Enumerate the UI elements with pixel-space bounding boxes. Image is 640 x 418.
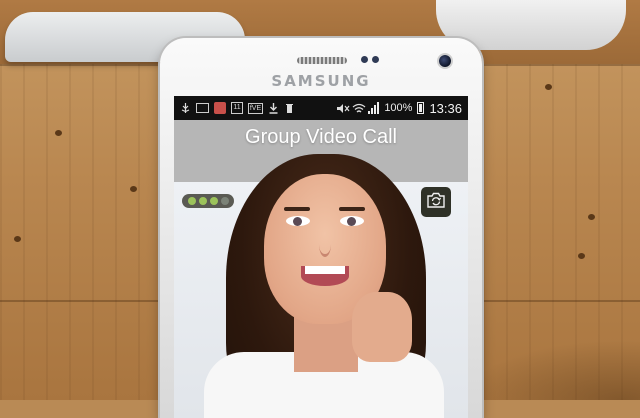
eyebrow [339,207,365,211]
wood-knot [14,236,21,242]
wifi-icon [352,103,366,114]
clock: 13:36 [429,100,462,116]
image-icon [196,103,209,113]
usb-icon [180,102,191,114]
quality-dot [220,197,229,205]
mute-icon [336,103,350,114]
proximity-sensor [361,56,368,63]
quality-dot [209,197,218,205]
eye [286,216,310,226]
call-title: Group Video Call [245,126,397,148]
wood-knot [545,84,552,90]
camera-switch-icon [426,191,446,214]
fve-icon: fVE [248,102,263,114]
eye [340,216,364,226]
phone-screen: 11 fVE 100% 13:36 Group Video Call [174,96,468,418]
download-icon [268,102,279,114]
signal-icon [368,102,380,114]
quality-dot [187,197,196,205]
table-shadow [460,340,640,400]
wood-knot [130,186,137,192]
trash-icon [284,103,295,114]
wood-knot [578,253,585,259]
smile [301,266,349,286]
connection-quality-indicator [182,194,234,208]
wood-knot [55,130,62,136]
calendar-icon: 11 [231,102,243,114]
status-bar: 11 fVE 100% 13:36 [174,96,468,120]
light-sensor [372,56,379,63]
eyebrow [284,207,310,211]
person-hand [352,292,412,362]
phone-body: SAMSUNG 11 fVE 100% 13:36 Group Video Ca… [160,38,482,418]
brand-logo: SAMSUNG [271,72,371,90]
battery-percent: 100% [384,102,413,114]
app-icon [214,102,226,114]
front-camera [439,55,451,67]
battery-icon [417,102,425,114]
quality-dot [198,197,207,205]
wood-knot [588,214,595,220]
remote-video-feed[interactable] [174,154,468,418]
earpiece-speaker [297,57,347,64]
nose [319,232,331,257]
switch-camera-button[interactable] [421,187,451,217]
